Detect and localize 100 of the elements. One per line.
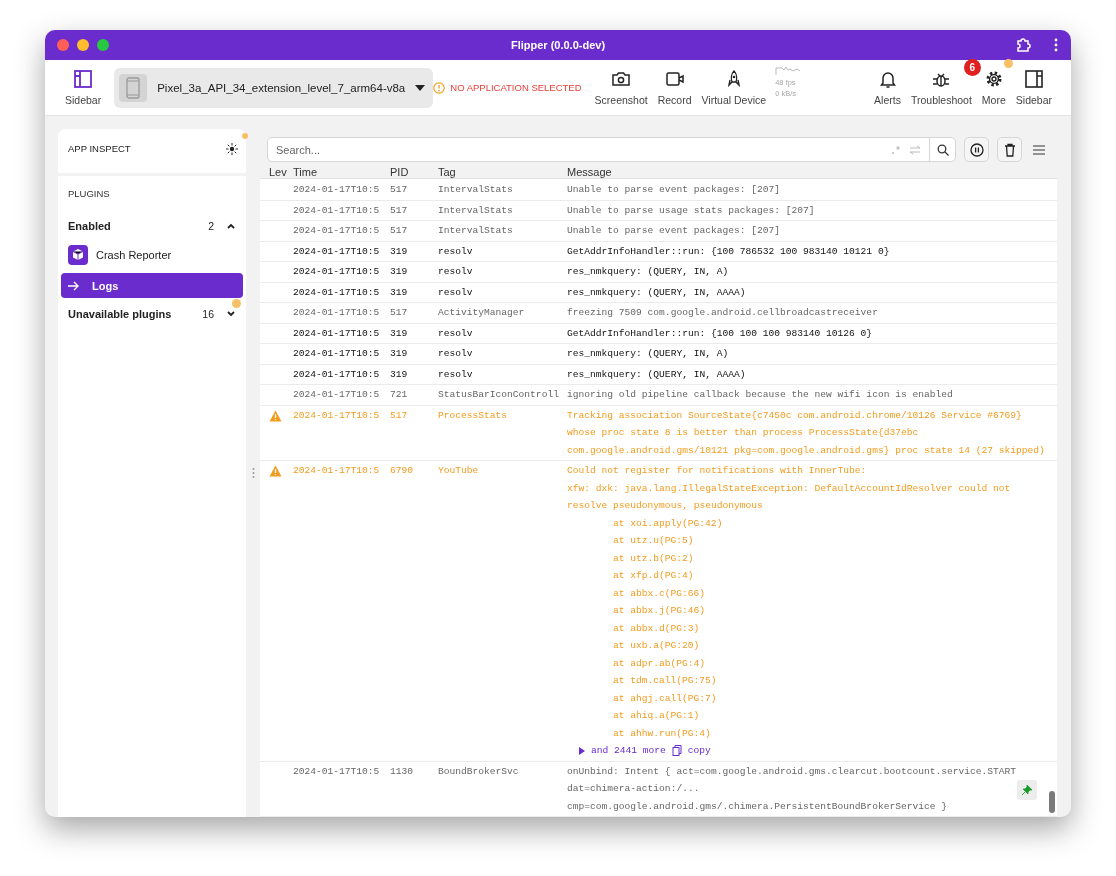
log-pid: 319 — [389, 326, 409, 341]
camera-icon — [611, 69, 632, 89]
log-row[interactable]: 2024-01-17T10:5 517 IntervalStats Unable to parse usage stats packages: [207] — [260, 200, 1057, 221]
log-pid: 517 — [389, 408, 409, 423]
section-label: PLUGINS — [67, 188, 111, 199]
plugin-group-header[interactable]: Enabled 2 — [58, 213, 246, 239]
log-tag: resolv — [435, 324, 564, 342]
log-tag: resolv — [435, 283, 564, 301]
log-row[interactable]: 2024-01-17T10:5 319 resolv res_nmkquery: (QUERY, IN, A) — [260, 262, 1057, 283]
log-tag: IntervalStats — [435, 201, 564, 219]
log-message: freezing 7509 com.google.android.cellbroadcastreceiver — [567, 306, 878, 320]
log-message: ignoring old pipeline callback because the new wifi icon is enabled — [567, 388, 953, 402]
plugin-group-header[interactable]: Unavailable plugins 16 — [58, 301, 246, 327]
log-row[interactable]: 2024-01-17T10:5 517 IntervalStats Unable to parse event packages: [207] — [260, 180, 1057, 201]
app-status-text: NO APPLICATION SELECTED — [450, 82, 582, 93]
log-row[interactable]: 2024-01-17T10:5 319 resolv GetAddrInfoHandler::run: {100 100 100 983140 10126 0} — [260, 323, 1057, 344]
log-tag: IntervalStats — [435, 181, 564, 199]
log-time: 2024-01-17T10:5 — [292, 265, 381, 279]
log-tag: ProcessStats — [435, 406, 564, 459]
stack-trace: at xoi.apply(PG:42) at utz.u(PG:5) at utz.b(PG:2) at xfp.d(PG:4) at abbx.c(PG:66) at abbx.j(PG:46) at abbx.d(PG:3) at uxb.a(PG:20) at adpr.ab(PG:4) at tdm.call(PG:75) at ahgj.call(PG:7) at ahiq.a(PG:1) at ahhw.run(PG:4) — [612, 516, 723, 741]
log-message: onUnbind: Intent { act=com.google.android.gms.clearcut.bootcount.service.START dat=chimera-action:/... cmp=com.google.android.gms/.chimera.PersistentBoundBrokerService } — [567, 764, 1017, 814]
plugin-item[interactable]: Logs — [61, 273, 243, 298]
log-time: 2024-01-17T10:5 — [292, 306, 381, 320]
log-tag: ActivityManager — [435, 304, 564, 322]
log-tag: YouTube — [435, 462, 564, 760]
log-message: res_nmkquery: (QUERY, IN, AAAA) — [567, 367, 746, 382]
search-icon — [936, 143, 949, 156]
minimize-button[interactable] — [77, 39, 89, 51]
virtual-device-button[interactable]: Virtual Device — [696, 69, 772, 106]
alerts-button[interactable]: Alerts — [869, 69, 906, 106]
log-message: GetAddrInfoHandler::run: {100 786532 100 983140 10121 0} — [567, 244, 890, 259]
pin-button[interactable] — [1017, 779, 1037, 800]
log-row[interactable]: 2024-01-17T10:5 721 StatusBarIconControll ignoring old pipeline callback because the new wifi icon is enabled — [260, 385, 1057, 406]
log-pid: 1130 — [389, 764, 415, 779]
log-tag: StatusBarIconControll — [435, 386, 564, 404]
log-pid: 517 — [389, 183, 409, 197]
search-bar[interactable]: Search... — [267, 137, 956, 162]
log-time: 2024-01-17T10:5 — [292, 326, 381, 341]
pin-icon — [1022, 784, 1032, 795]
device-selector[interactable]: Pixel_3a_API_34_extension_level_7_arm64-v8a — [114, 67, 434, 108]
log-pid: 319 — [389, 244, 409, 259]
plugin-icon[interactable] — [1015, 37, 1031, 53]
log-time: 2024-01-17T10:5 — [292, 224, 381, 238]
log-message: GetAddrInfoHandler::run: {100 100 100 983140 10126 0} — [567, 326, 873, 341]
log-time: 2024-01-17T10:5 — [292, 244, 381, 259]
menu-icon[interactable] — [1053, 38, 1059, 52]
bell-icon — [877, 69, 898, 89]
log-row[interactable]: 2024-01-17T10:5 319 resolv res_nmkquery: (QUERY, IN, AAAA) — [260, 282, 1057, 303]
expand-caret-icon[interactable] — [579, 746, 585, 755]
copy-link[interactable]: copy — [687, 742, 711, 760]
sidebar-toggle-button[interactable]: Sidebar — [1010, 69, 1057, 106]
log-tag: IntervalStats — [435, 222, 564, 240]
log-time: 2024-01-17T10:5 — [292, 408, 381, 423]
phone-icon — [119, 73, 148, 102]
log-time: 2024-01-17T10:5 — [292, 285, 381, 300]
scrollbar-thumb[interactable] — [1049, 791, 1055, 813]
log-pid: 319 — [389, 285, 409, 300]
maximize-button[interactable] — [97, 39, 109, 51]
log-row[interactable]: 2024-01-17T10:5 517 IntervalStats Unable to parse event packages: [207] — [260, 221, 1057, 242]
log-pid: 319 — [389, 347, 409, 361]
arrow-icon — [68, 280, 80, 291]
column-header[interactable]: Lev — [260, 166, 290, 178]
log-pid: 319 — [389, 367, 409, 382]
trash-icon — [1002, 142, 1017, 157]
log-pid: 517 — [389, 203, 409, 218]
log-time: 2024-01-17T10:5 — [292, 388, 381, 402]
column-header[interactable]: Tag — [435, 166, 564, 178]
log-time: 2024-01-17T10:5 — [292, 764, 381, 779]
sidebar-toggle-button[interactable]: Sidebar — [60, 69, 107, 106]
log-row[interactable]: 2024-01-17T10:5 517 ActivityManager freezing 7509 com.google.android.cellbroadcastreceiver — [260, 303, 1057, 324]
column-header[interactable]: PID — [387, 166, 435, 178]
sparkle-icon[interactable] — [226, 143, 238, 155]
plugin-item[interactable]: Crash Reporter — [61, 242, 243, 267]
log-row[interactable]: 2024-01-17T10:5 319 resolv GetAddrInfoHandler::run: {100 786532 100 983140 10121 0} — [260, 241, 1057, 262]
log-tag: resolv — [435, 263, 564, 281]
clear-button[interactable] — [997, 137, 1022, 162]
pause-button[interactable] — [964, 137, 989, 162]
show-more-link[interactable]: and 2441 more — [591, 742, 666, 760]
screenshot-button[interactable]: Screenshot — [589, 69, 653, 106]
log-pid: 319 — [389, 265, 409, 279]
log-message: res_nmkquery: (QUERY, IN, AAAA) — [567, 285, 746, 300]
column-header[interactable]: Message — [564, 166, 1057, 178]
log-message: Unable to parse event packages: [207] — [567, 224, 781, 238]
notification-count: 6 — [963, 59, 981, 76]
close-button[interactable] — [57, 39, 69, 51]
log-pid: 517 — [389, 224, 409, 238]
log-row[interactable]: 2024-01-17T10:5 319 resolv res_nmkquery: (QUERY, IN, AAAA) — [260, 364, 1057, 385]
log-tag: resolv — [435, 345, 564, 363]
warning-circle-icon — [433, 81, 446, 94]
column-header[interactable]: Time — [290, 166, 387, 178]
sidebar-header: APP INSPECT — [68, 143, 131, 154]
log-pid: 721 — [389, 388, 409, 402]
log-message: Tracking association SourceState{c7450c com.android.chrome/10126 Service #6769} whose proc state 8 is better than process ProcessState{d37ebc com.google.android.gms/10121 pkg=com.google.android.gms} proc state 14 (27 skipped) — [567, 408, 1045, 458]
pause-icon — [969, 142, 984, 157]
log-time: 2024-01-17T10:5 — [292, 347, 381, 361]
record-button[interactable]: Record — [652, 69, 697, 106]
log-row[interactable]: 2024-01-17T10:5 319 resolv res_nmkquery: (QUERY, IN, A) — [260, 344, 1057, 365]
log-message: Unable to parse event packages: [207] — [567, 183, 781, 197]
copy-icon[interactable] — [671, 745, 682, 757]
drag-handle-icon[interactable] — [251, 467, 255, 479]
